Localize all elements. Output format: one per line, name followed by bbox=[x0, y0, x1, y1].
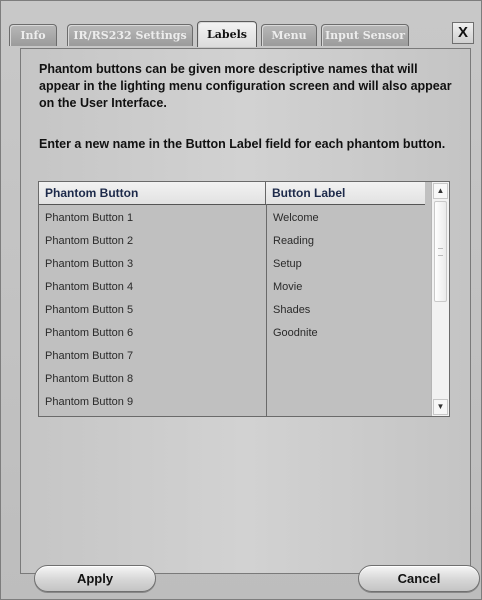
phantom-button-cell: Phantom Button 1 bbox=[45, 212, 134, 224]
phantom-button-cell: Phantom Button 5 bbox=[45, 304, 134, 316]
grip-icon bbox=[438, 248, 443, 256]
phantom-button-cell: Phantom Button 8 bbox=[45, 373, 134, 385]
table-scrollbar[interactable]: ▲ ▼ bbox=[431, 182, 449, 416]
instruction-text: Enter a new name in the Button Label fie… bbox=[39, 137, 446, 151]
table-row[interactable]: Phantom Button 3 Setup bbox=[39, 253, 425, 276]
column-header-button-label[interactable]: Button Label bbox=[266, 182, 425, 204]
labels-panel: Phantom buttons can be given more descri… bbox=[20, 48, 471, 574]
table-row[interactable]: Phantom Button 8 bbox=[39, 368, 425, 391]
phantom-button-cell: Phantom Button 3 bbox=[45, 258, 134, 270]
tab-labels[interactable]: Labels bbox=[197, 21, 257, 47]
table-row[interactable]: Phantom Button 4 Movie bbox=[39, 276, 425, 299]
scroll-down-button[interactable]: ▼ bbox=[433, 399, 448, 415]
phantom-button-cell: Phantom Button 6 bbox=[45, 327, 134, 339]
cancel-button[interactable]: Cancel bbox=[358, 565, 480, 592]
table-row[interactable]: Phantom Button 9 bbox=[39, 391, 425, 414]
phantom-button-table: Phantom Button Button Label Phantom Butt… bbox=[38, 181, 450, 417]
tab-bar: Info IR/RS232 Settings Labels Menu Input… bbox=[9, 18, 429, 48]
down-arrow-icon: ▼ bbox=[436, 402, 445, 411]
table-header: Phantom Button Button Label bbox=[39, 182, 425, 205]
phantom-button-cell: Phantom Button 2 bbox=[45, 235, 134, 247]
column-header-phantom-button[interactable]: Phantom Button bbox=[39, 182, 266, 204]
close-button[interactable]: X bbox=[452, 22, 474, 44]
table-row[interactable]: Phantom Button 5 Shades bbox=[39, 299, 425, 322]
labels-dialog: Info IR/RS232 Settings Labels Menu Input… bbox=[0, 0, 482, 600]
tab-menu[interactable]: Menu bbox=[261, 24, 317, 46]
table-row[interactable]: Phantom Button 2 Reading bbox=[39, 230, 425, 253]
tab-ir-rs232-settings[interactable]: IR/RS232 Settings bbox=[67, 24, 193, 46]
table-row[interactable]: Phantom Button 6 Goodnite bbox=[39, 322, 425, 345]
scroll-up-button[interactable]: ▲ bbox=[433, 183, 448, 199]
apply-button[interactable]: Apply bbox=[34, 565, 156, 592]
button-label-cell[interactable]: Reading bbox=[273, 230, 314, 253]
phantom-button-cell: Phantom Button 7 bbox=[45, 350, 134, 362]
button-label-cell[interactable]: Setup bbox=[273, 253, 302, 276]
up-arrow-icon: ▲ bbox=[436, 186, 445, 195]
phantom-button-cell: Phantom Button 4 bbox=[45, 281, 134, 293]
close-icon: X bbox=[457, 24, 468, 41]
button-label-cell[interactable]: Welcome bbox=[273, 207, 319, 230]
description-text: Phantom buttons can be given more descri… bbox=[39, 62, 452, 110]
table-row[interactable]: Phantom Button 1 Welcome bbox=[39, 207, 425, 230]
tab-info[interactable]: Info bbox=[9, 24, 57, 46]
phantom-button-cell: Phantom Button 9 bbox=[45, 396, 134, 408]
scroll-thumb[interactable] bbox=[434, 201, 447, 302]
tab-input-sensor[interactable]: Input Sensor bbox=[321, 24, 409, 46]
table-row[interactable]: Phantom Button 7 bbox=[39, 345, 425, 368]
button-label-cell[interactable]: Shades bbox=[273, 299, 310, 322]
button-label-cell[interactable]: Goodnite bbox=[273, 322, 318, 345]
button-label-cell[interactable]: Movie bbox=[273, 276, 302, 299]
